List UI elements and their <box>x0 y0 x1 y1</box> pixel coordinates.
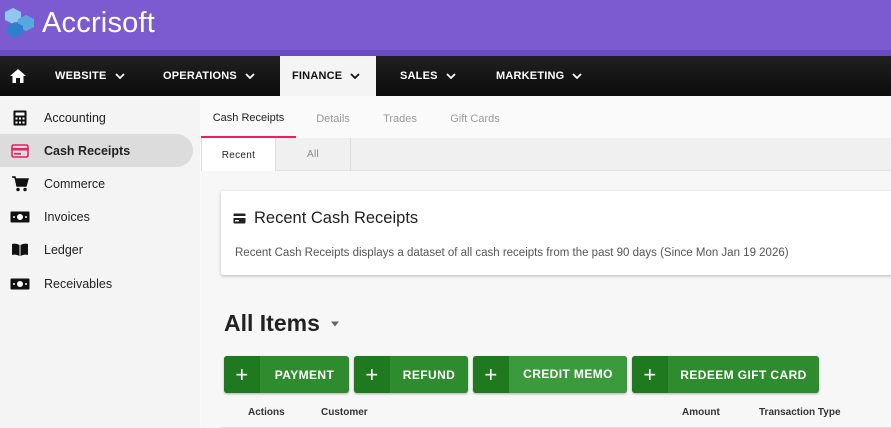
sidebar-item-label: Receivables <box>44 276 113 291</box>
nav-website[interactable]: WEBSITE <box>36 56 163 96</box>
credit-memo-button-label: CREDIT MEMO <box>509 356 627 393</box>
chevron-down-icon <box>446 73 456 79</box>
cart-icon <box>10 174 30 194</box>
sidebar-item-receivables[interactable]: Receivables <box>0 267 193 300</box>
home-icon <box>10 69 26 83</box>
nav-finance-label: FINANCE <box>292 70 343 82</box>
chevron-down-icon <box>245 73 255 79</box>
plus-icon: + <box>632 356 668 393</box>
sidebar-item-label: Accounting <box>44 110 106 125</box>
chevron-down-icon <box>114 73 125 79</box>
view-tabs: Recent All <box>201 138 891 172</box>
nav-marketing[interactable]: MARKETING <box>472 56 622 96</box>
tab-trades[interactable]: Trades <box>370 100 430 138</box>
list-title-text: All Items <box>224 310 320 336</box>
sidebar-item-label: Commerce <box>44 176 106 191</box>
sidebar-item-ledger[interactable]: Ledger <box>0 233 193 266</box>
logo-icon <box>5 8 34 38</box>
column-header-customer[interactable]: Customer <box>321 407 368 418</box>
calculator-icon <box>10 108 30 128</box>
sidebar-item-label: Ledger <box>44 242 83 257</box>
card-icon <box>233 213 246 224</box>
book-icon <box>10 240 30 260</box>
refund-button[interactable]: + REFUND <box>354 356 468 393</box>
sidebar-item-cash-receipts[interactable]: Cash Receipts <box>0 134 193 167</box>
list-title[interactable]: All Items <box>224 310 340 337</box>
main-nav: WEBSITE OPERATIONS FINANCE SALES MARKETI… <box>0 56 891 96</box>
home-button[interactable] <box>0 56 36 96</box>
column-header-actions[interactable]: Actions <box>248 407 285 418</box>
payment-button[interactable]: + PAYMENT <box>224 356 349 393</box>
action-buttons: + PAYMENT + REFUND + CREDIT MEMO + REDEE… <box>224 356 824 393</box>
info-card: Recent Cash Receipts Recent Cash Receipt… <box>221 191 891 275</box>
redeem-gift-card-button-label: REDEEM GIFT CARD <box>680 367 807 382</box>
sidebar-item-label: Invoices <box>44 209 90 224</box>
column-header-amount[interactable]: Amount <box>682 407 720 418</box>
section-tabs: Cash Receipts Details Trades Gift Cards <box>201 100 891 138</box>
sidebar-item-commerce[interactable]: Commerce <box>0 167 193 200</box>
credit-memo-button[interactable]: + CREDIT MEMO <box>473 356 627 393</box>
nav-operations-label: OPERATIONS <box>163 70 237 82</box>
app-logo[interactable]: Accrisoft <box>4 6 155 40</box>
plus-icon: + <box>224 356 260 393</box>
nav-sales[interactable]: SALES <box>376 56 472 96</box>
tab-details[interactable]: Details <box>296 100 370 138</box>
sidebar-item-invoices[interactable]: Invoices <box>0 200 193 233</box>
card-title-text: Recent Cash Receipts <box>254 209 419 227</box>
card-title: Recent Cash Receipts <box>233 209 418 228</box>
app-name: Accrisoft <box>42 6 155 39</box>
tab-cash-receipts[interactable]: Cash Receipts <box>201 100 296 138</box>
tab-gift-cards[interactable]: Gift Cards <box>430 100 520 138</box>
money-icon <box>10 274 30 294</box>
nav-sales-label: SALES <box>400 70 438 82</box>
sidebar: Accounting Cash Receipts Commerce Invoic… <box>0 100 200 428</box>
card-description: Recent Cash Receipts displays a dataset … <box>235 247 789 259</box>
tab-all[interactable]: All <box>276 138 351 171</box>
table-header: Actions Customer Amount Transaction Type <box>221 400 891 428</box>
redeem-gift-card-button[interactable]: + REDEEM GIFT CARD <box>632 356 819 393</box>
money-icon <box>10 207 30 227</box>
plus-icon: + <box>354 356 390 393</box>
chevron-down-icon <box>350 73 360 79</box>
chevron-down-icon <box>572 73 583 79</box>
app-header: Accrisoft <box>0 0 891 56</box>
tab-recent[interactable]: Recent <box>201 138 276 172</box>
caret-down-icon <box>330 321 340 327</box>
plus-icon: + <box>473 356 509 393</box>
nav-operations[interactable]: OPERATIONS <box>163 56 280 96</box>
column-header-transaction-type[interactable]: Transaction Type <box>759 407 841 418</box>
sidebar-item-accounting[interactable]: Accounting <box>0 101 193 134</box>
refund-button-label: REFUND <box>402 367 456 382</box>
nav-finance[interactable]: FINANCE <box>280 56 376 96</box>
payment-button-label: PAYMENT <box>274 367 335 382</box>
nav-marketing-label: MARKETING <box>496 70 565 82</box>
sidebar-item-label: Cash Receipts <box>44 143 131 158</box>
nav-website-label: WEBSITE <box>55 70 107 82</box>
card-icon <box>10 141 30 161</box>
